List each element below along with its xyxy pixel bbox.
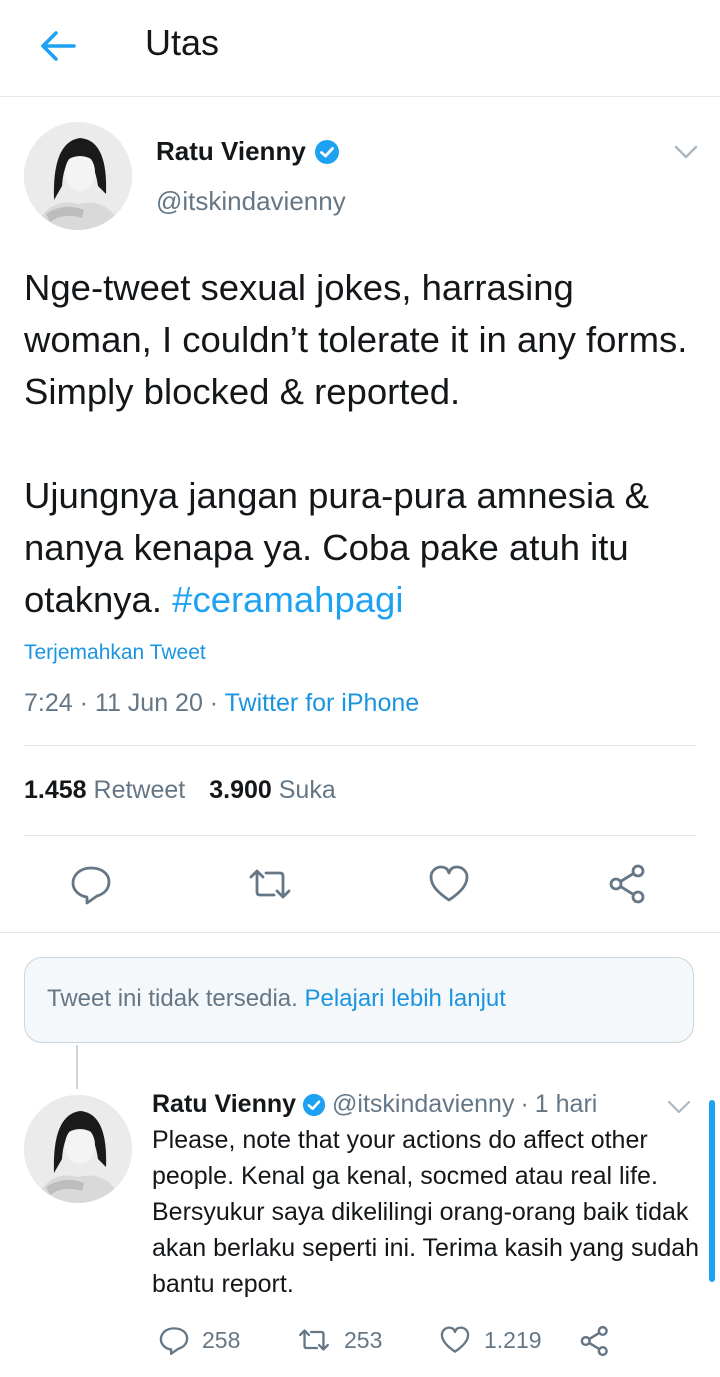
tweet-stats: 1.458 Retweet 3.900 Suka bbox=[24, 776, 336, 805]
tweet-paragraph-1: Nge-tweet sexual jokes, harrasing woman,… bbox=[24, 267, 688, 412]
divider bbox=[24, 745, 696, 746]
retweet-count: 1.458 bbox=[24, 776, 87, 804]
share-action[interactable] bbox=[578, 1324, 612, 1358]
tweet-date: 11 Jun 20 bbox=[94, 689, 203, 717]
like-count: 3.900 bbox=[209, 776, 272, 804]
share-icon bbox=[578, 1324, 612, 1358]
divider bbox=[24, 835, 696, 836]
unavailable-tweet-text: Tweet ini tidak tersedia. Pelajari lebih… bbox=[47, 985, 506, 1013]
page-title: Utas bbox=[145, 22, 220, 63]
scrollbar[interactable] bbox=[709, 1100, 715, 1282]
reply-retweet-count: 253 bbox=[344, 1326, 383, 1353]
reply-action[interactable]: 258 bbox=[158, 1324, 240, 1356]
thread-line bbox=[76, 1045, 78, 1089]
retweet-stat[interactable]: 1.458 Retweet bbox=[24, 776, 185, 805]
hashtag-link[interactable]: #ceramahpagi bbox=[172, 579, 403, 620]
tweet-text: Nge-tweet sexual jokes, harrasing woman,… bbox=[24, 262, 704, 626]
retweet-stat-label: Retweet bbox=[93, 776, 186, 804]
reply-author-handle[interactable]: @itskindavienny bbox=[332, 1090, 514, 1119]
reply-icon bbox=[158, 1324, 190, 1356]
retweet-icon[interactable] bbox=[248, 862, 292, 906]
author-name[interactable]: Ratu Vienny bbox=[156, 136, 340, 167]
like-icon[interactable] bbox=[427, 862, 471, 906]
like-icon bbox=[438, 1324, 472, 1356]
avatar[interactable] bbox=[24, 122, 132, 230]
reply-time: 1 hari bbox=[534, 1090, 598, 1118]
reply-header: Ratu Vienny @itskindavienny · 1 hari bbox=[152, 1090, 597, 1119]
reply-author-name[interactable]: Ratu Vienny bbox=[152, 1090, 296, 1119]
reply-count: 258 bbox=[202, 1326, 241, 1353]
avatar[interactable] bbox=[24, 1095, 132, 1203]
tweet-time: 7:24 bbox=[24, 689, 73, 717]
tweet-paragraph-2: Ujungnya jangan pura-pura amnesia & nany… bbox=[24, 470, 704, 626]
like-stat[interactable]: 3.900 Suka bbox=[209, 776, 336, 805]
retweet-action[interactable]: 253 bbox=[296, 1324, 382, 1356]
like-action[interactable]: 1.219 bbox=[438, 1324, 542, 1356]
learn-more-link[interactable]: Pelajari lebih lanjut bbox=[304, 985, 505, 1012]
reply-like-count: 1.219 bbox=[484, 1326, 542, 1353]
author-name-text: Ratu Vienny bbox=[156, 136, 306, 166]
reply-dot: · bbox=[520, 1090, 529, 1118]
verified-badge-icon bbox=[314, 139, 340, 165]
top-bar bbox=[0, 0, 720, 97]
like-stat-label: Suka bbox=[278, 776, 336, 804]
share-icon[interactable] bbox=[606, 862, 650, 906]
translate-tweet-link[interactable]: Terjemahkan Tweet bbox=[24, 641, 206, 665]
retweet-icon bbox=[296, 1324, 332, 1356]
verified-badge-icon bbox=[302, 1093, 326, 1117]
unavailable-message: Tweet ini tidak tersedia. bbox=[47, 985, 298, 1012]
author-handle[interactable]: @itskindavienny bbox=[156, 186, 346, 217]
reply-icon[interactable] bbox=[69, 862, 113, 906]
chevron-down-icon[interactable] bbox=[664, 1094, 694, 1120]
back-arrow-icon[interactable] bbox=[36, 24, 80, 68]
section-separator bbox=[0, 932, 720, 933]
tweet-source-link[interactable]: Twitter for iPhone bbox=[225, 689, 420, 717]
chevron-down-icon[interactable] bbox=[670, 138, 702, 166]
tweet-meta: 7:24 · 11 Jun 20 · Twitter for iPhone bbox=[24, 689, 420, 717]
reply-text: Please, note that your actions do affect… bbox=[152, 1126, 700, 1298]
